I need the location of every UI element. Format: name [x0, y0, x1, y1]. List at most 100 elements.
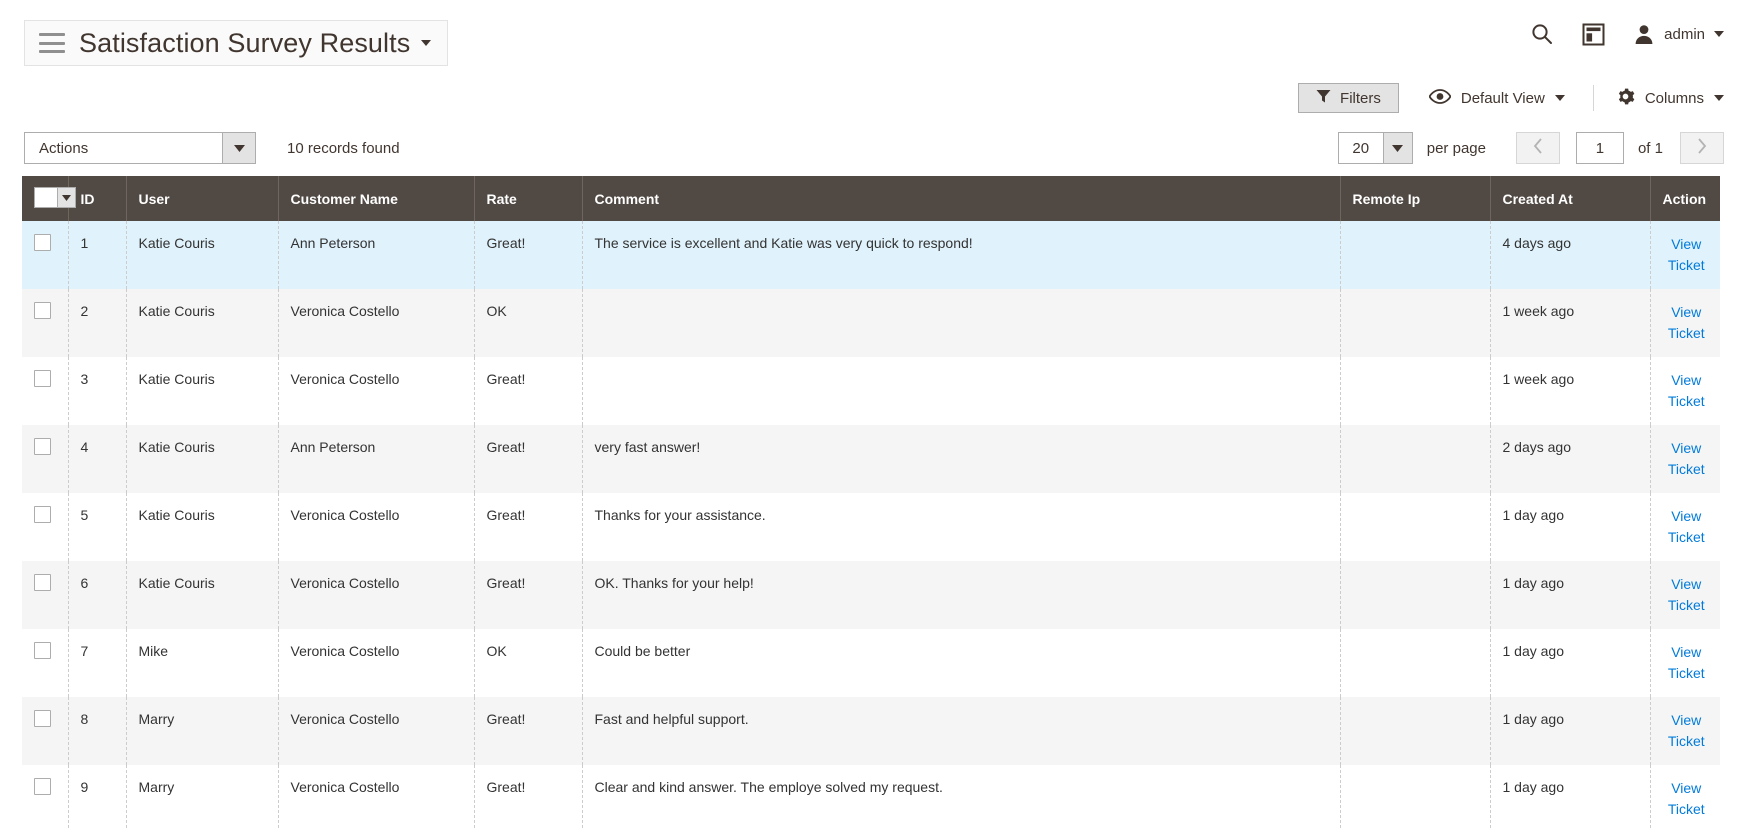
previous-page-button[interactable]: [1516, 132, 1560, 164]
row-checkbox[interactable]: [34, 778, 51, 795]
page-number-input[interactable]: [1576, 132, 1624, 164]
cell-rate: Great!: [474, 765, 582, 828]
next-page-button[interactable]: [1680, 132, 1724, 164]
column-header-comment[interactable]: Comment: [582, 176, 1340, 221]
column-header-rate[interactable]: Rate: [474, 176, 582, 221]
cell-comment: Could be better: [582, 629, 1340, 697]
grid-body: 1Katie CourisAnn PetersonGreat!The servi…: [22, 221, 1720, 828]
cell-action: View Ticket: [1650, 425, 1720, 493]
cell-created-at: 1 day ago: [1490, 561, 1650, 629]
cell-rate: Great!: [474, 493, 582, 561]
cell-id: 1: [68, 221, 126, 289]
page-title-box[interactable]: Satisfaction Survey Results: [24, 20, 448, 66]
per-page-value: 20: [1339, 133, 1383, 163]
view-ticket-link[interactable]: View Ticket: [1663, 574, 1711, 616]
toolbar-divider: [1593, 85, 1594, 111]
table-row[interactable]: 6Katie CourisVeronica CostelloGreat!OK. …: [22, 561, 1720, 629]
row-checkbox-cell[interactable]: [22, 425, 68, 493]
cell-remote-ip: [1340, 561, 1490, 629]
column-header-user[interactable]: User: [126, 176, 278, 221]
row-checkbox[interactable]: [34, 710, 51, 727]
cell-comment: very fast answer!: [582, 425, 1340, 493]
cell-id: 8: [68, 697, 126, 765]
records-found-label: 10 records found: [287, 140, 400, 157]
column-header-created-at[interactable]: Created At: [1490, 176, 1650, 221]
cell-user: Katie Couris: [126, 221, 278, 289]
cell-created-at: 2 days ago: [1490, 425, 1650, 493]
column-header-select-all[interactable]: [22, 176, 68, 221]
table-row[interactable]: 3Katie CourisVeronica CostelloGreat!1 we…: [22, 357, 1720, 425]
user-menu[interactable]: admin: [1633, 23, 1724, 45]
view-ticket-link[interactable]: View Ticket: [1663, 710, 1711, 752]
cell-customer-name: Veronica Costello: [278, 289, 474, 357]
caret-down-icon[interactable]: [421, 40, 431, 46]
grid-subtoolbar: Actions 10 records found 20 per page of …: [0, 120, 1742, 176]
table-row[interactable]: 8MarryVeronica CostelloGreat!Fast and he…: [22, 697, 1720, 765]
row-checkbox[interactable]: [34, 234, 51, 251]
select-all-checkbox[interactable]: [34, 187, 76, 208]
row-checkbox[interactable]: [34, 642, 51, 659]
cell-user: Katie Couris: [126, 425, 278, 493]
columns-dropdown[interactable]: Columns: [1616, 87, 1724, 110]
cell-remote-ip: [1340, 289, 1490, 357]
actions-select-label: Actions: [25, 133, 222, 163]
row-checkbox[interactable]: [34, 302, 51, 319]
chevron-left-icon: [1533, 138, 1543, 159]
row-checkbox-cell[interactable]: [22, 493, 68, 561]
cell-action: View Ticket: [1650, 357, 1720, 425]
cell-id: 2: [68, 289, 126, 357]
view-ticket-link[interactable]: View Ticket: [1663, 302, 1711, 344]
view-ticket-link[interactable]: View Ticket: [1663, 438, 1711, 480]
cell-user: Katie Couris: [126, 289, 278, 357]
row-checkbox-cell[interactable]: [22, 629, 68, 697]
row-checkbox[interactable]: [34, 370, 51, 387]
table-row[interactable]: 4Katie CourisAnn PetersonGreat!very fast…: [22, 425, 1720, 493]
cell-comment: OK. Thanks for your help!: [582, 561, 1340, 629]
table-row[interactable]: 5Katie CourisVeronica CostelloGreat!Than…: [22, 493, 1720, 561]
view-ticket-link[interactable]: View Ticket: [1663, 506, 1711, 548]
cell-remote-ip: [1340, 697, 1490, 765]
column-header-customer-name[interactable]: Customer Name: [278, 176, 474, 221]
table-row[interactable]: 2Katie CourisVeronica CostelloOK1 week a…: [22, 289, 1720, 357]
column-header-remote-ip[interactable]: Remote Ip: [1340, 176, 1490, 221]
per-page-select[interactable]: 20: [1338, 132, 1413, 164]
view-ticket-link[interactable]: View Ticket: [1663, 778, 1711, 820]
grid-header-row: ID User Customer Name Rate Comment Remot…: [22, 176, 1720, 221]
eye-icon: [1429, 89, 1451, 108]
cell-comment: Clear and kind answer. The employe solve…: [582, 765, 1340, 828]
row-checkbox[interactable]: [34, 574, 51, 591]
cell-action: View Ticket: [1650, 697, 1720, 765]
search-icon[interactable]: [1530, 22, 1554, 46]
filters-button[interactable]: Filters: [1298, 83, 1399, 113]
view-ticket-link[interactable]: View Ticket: [1663, 234, 1711, 276]
table-row[interactable]: 9MarryVeronica CostelloGreat!Clear and k…: [22, 765, 1720, 828]
hamburger-icon[interactable]: [39, 33, 65, 53]
row-checkbox[interactable]: [34, 506, 51, 523]
cell-created-at: 4 days ago: [1490, 221, 1650, 289]
view-ticket-link[interactable]: View Ticket: [1663, 370, 1711, 412]
view-ticket-link[interactable]: View Ticket: [1663, 642, 1711, 684]
table-row[interactable]: 1Katie CourisAnn PetersonGreat!The servi…: [22, 221, 1720, 289]
chevron-down-icon[interactable]: [57, 188, 75, 207]
cell-action: View Ticket: [1650, 561, 1720, 629]
grid-layout-icon[interactable]: [1582, 23, 1605, 46]
checkbox-box[interactable]: [35, 188, 57, 207]
table-row[interactable]: 7MikeVeronica CostelloOKCould be better1…: [22, 629, 1720, 697]
row-checkbox-cell[interactable]: [22, 357, 68, 425]
cell-comment: [582, 357, 1340, 425]
row-checkbox-cell[interactable]: [22, 561, 68, 629]
row-checkbox-cell[interactable]: [22, 289, 68, 357]
actions-select[interactable]: Actions: [24, 132, 256, 164]
row-checkbox-cell[interactable]: [22, 765, 68, 828]
cell-customer-name: Veronica Costello: [278, 493, 474, 561]
row-checkbox[interactable]: [34, 438, 51, 455]
cell-remote-ip: [1340, 357, 1490, 425]
cell-id: 6: [68, 561, 126, 629]
column-header-id[interactable]: ID: [68, 176, 126, 221]
default-view-dropdown[interactable]: Default View: [1429, 89, 1565, 108]
cell-customer-name: Ann Peterson: [278, 221, 474, 289]
row-checkbox-cell[interactable]: [22, 221, 68, 289]
per-page-label: per page: [1427, 140, 1486, 157]
grid-header: ID User Customer Name Rate Comment Remot…: [22, 176, 1720, 221]
row-checkbox-cell[interactable]: [22, 697, 68, 765]
